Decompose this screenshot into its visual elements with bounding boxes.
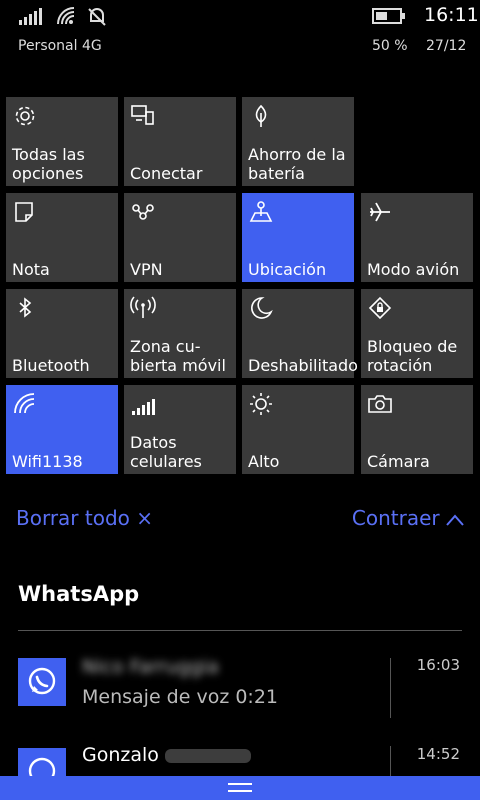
tile-cellular-data[interactable]: Datos celulares [124, 385, 236, 474]
hotspot-icon [130, 296, 156, 318]
tile-label: Modo avión [367, 260, 460, 279]
rotation-lock-icon [368, 296, 392, 320]
tile-label: Wifi1138 [12, 452, 83, 471]
note-icon [15, 202, 33, 222]
close-icon: × [136, 506, 154, 530]
whatsapp-app-icon [18, 658, 66, 706]
moon-icon [251, 297, 273, 319]
tile-quiet-hours[interactable]: Deshabilitado [242, 289, 358, 378]
notification-sender: Gonzalo [82, 744, 251, 766]
tile-label: Todas las opciones [12, 145, 85, 183]
notification-time: 14:52 [416, 745, 460, 763]
brightness-icon [250, 393, 272, 415]
tile-all-settings[interactable]: Todas las opciones [6, 97, 118, 186]
divider [390, 746, 391, 776]
tile-label: VPN [130, 260, 163, 279]
notification-group-title: WhatsApp [18, 582, 140, 606]
signal-bars-icon [19, 8, 42, 25]
tile-wifi[interactable]: Wifi1138 [6, 385, 118, 474]
clear-all-button[interactable]: Borrar todo × [16, 506, 153, 530]
location-icon [249, 201, 273, 222]
tile-label: Zona cu- bierta móvil [130, 337, 226, 375]
tile-connect[interactable]: Conectar [124, 97, 236, 186]
camera-icon [368, 395, 392, 413]
tile-label: Datos celulares [130, 433, 202, 471]
gear-icon [15, 106, 35, 126]
tile-rotation-lock[interactable]: Bloqueo de rotación [361, 289, 473, 378]
tile-label: Deshabilitado [248, 356, 358, 375]
tile-note[interactable]: Nota [6, 193, 118, 282]
chevron-up-icon [446, 513, 464, 526]
clock: 16:11 [424, 4, 479, 26]
blurred-surname [164, 748, 251, 763]
notification-sender: Nico Farruggia [82, 656, 219, 678]
battery-percent: 50 % [372, 38, 408, 54]
cellular-data-icon [132, 399, 155, 415]
tile-battery-saver[interactable]: Ahorro de la batería [242, 97, 354, 186]
tile-label: Ahorro de la batería [248, 145, 346, 183]
bluetooth-icon [19, 297, 32, 318]
airplane-icon [370, 202, 390, 222]
wifi-icon [14, 393, 35, 414]
carrier-label: Personal 4G [18, 38, 102, 54]
divider [390, 658, 391, 718]
vpn-icon [132, 204, 154, 220]
collapse-label: Contraer [351, 506, 440, 530]
tile-airplane-mode[interactable]: Modo avión [361, 193, 473, 282]
notification-time: 16:03 [416, 656, 460, 674]
connect-icon [131, 105, 154, 125]
tile-camera[interactable]: Cámara [361, 385, 473, 474]
quiet-hours-icon [88, 8, 106, 26]
wifi-icon [57, 7, 75, 25]
notification-message: Mensaje de voz 0:21 [82, 686, 279, 708]
hamburger-icon [228, 783, 252, 792]
battery-icon [372, 8, 405, 24]
tile-label: Ubicación [248, 260, 327, 279]
tile-label: Alto [248, 452, 280, 471]
tile-location[interactable]: Ubicación [242, 193, 354, 282]
sender-name: Gonzalo [82, 744, 159, 766]
battery-saver-icon [255, 104, 267, 127]
date-label: 27/12 [426, 38, 467, 54]
tile-label: Bloqueo de rotación [367, 337, 458, 375]
tile-label: Conectar [130, 164, 203, 183]
status-bar: 16:11 Personal 4G 50 % 27/12 [0, 0, 480, 64]
tile-label: Bluetooth [12, 356, 90, 375]
tile-vpn[interactable]: VPN [124, 193, 236, 282]
drag-handle[interactable] [0, 776, 480, 800]
tile-brightness[interactable]: Alto [242, 385, 354, 474]
tile-label: Cámara [367, 452, 430, 471]
tile-bluetooth[interactable]: Bluetooth [6, 289, 118, 378]
tile-label: Nota [12, 260, 50, 279]
divider [18, 630, 462, 631]
whatsapp-icon [28, 667, 56, 695]
tile-mobile-hotspot[interactable]: Zona cu- bierta móvil [124, 289, 236, 378]
clear-all-label: Borrar todo [16, 506, 130, 530]
collapse-button[interactable]: Contraer [352, 506, 464, 530]
